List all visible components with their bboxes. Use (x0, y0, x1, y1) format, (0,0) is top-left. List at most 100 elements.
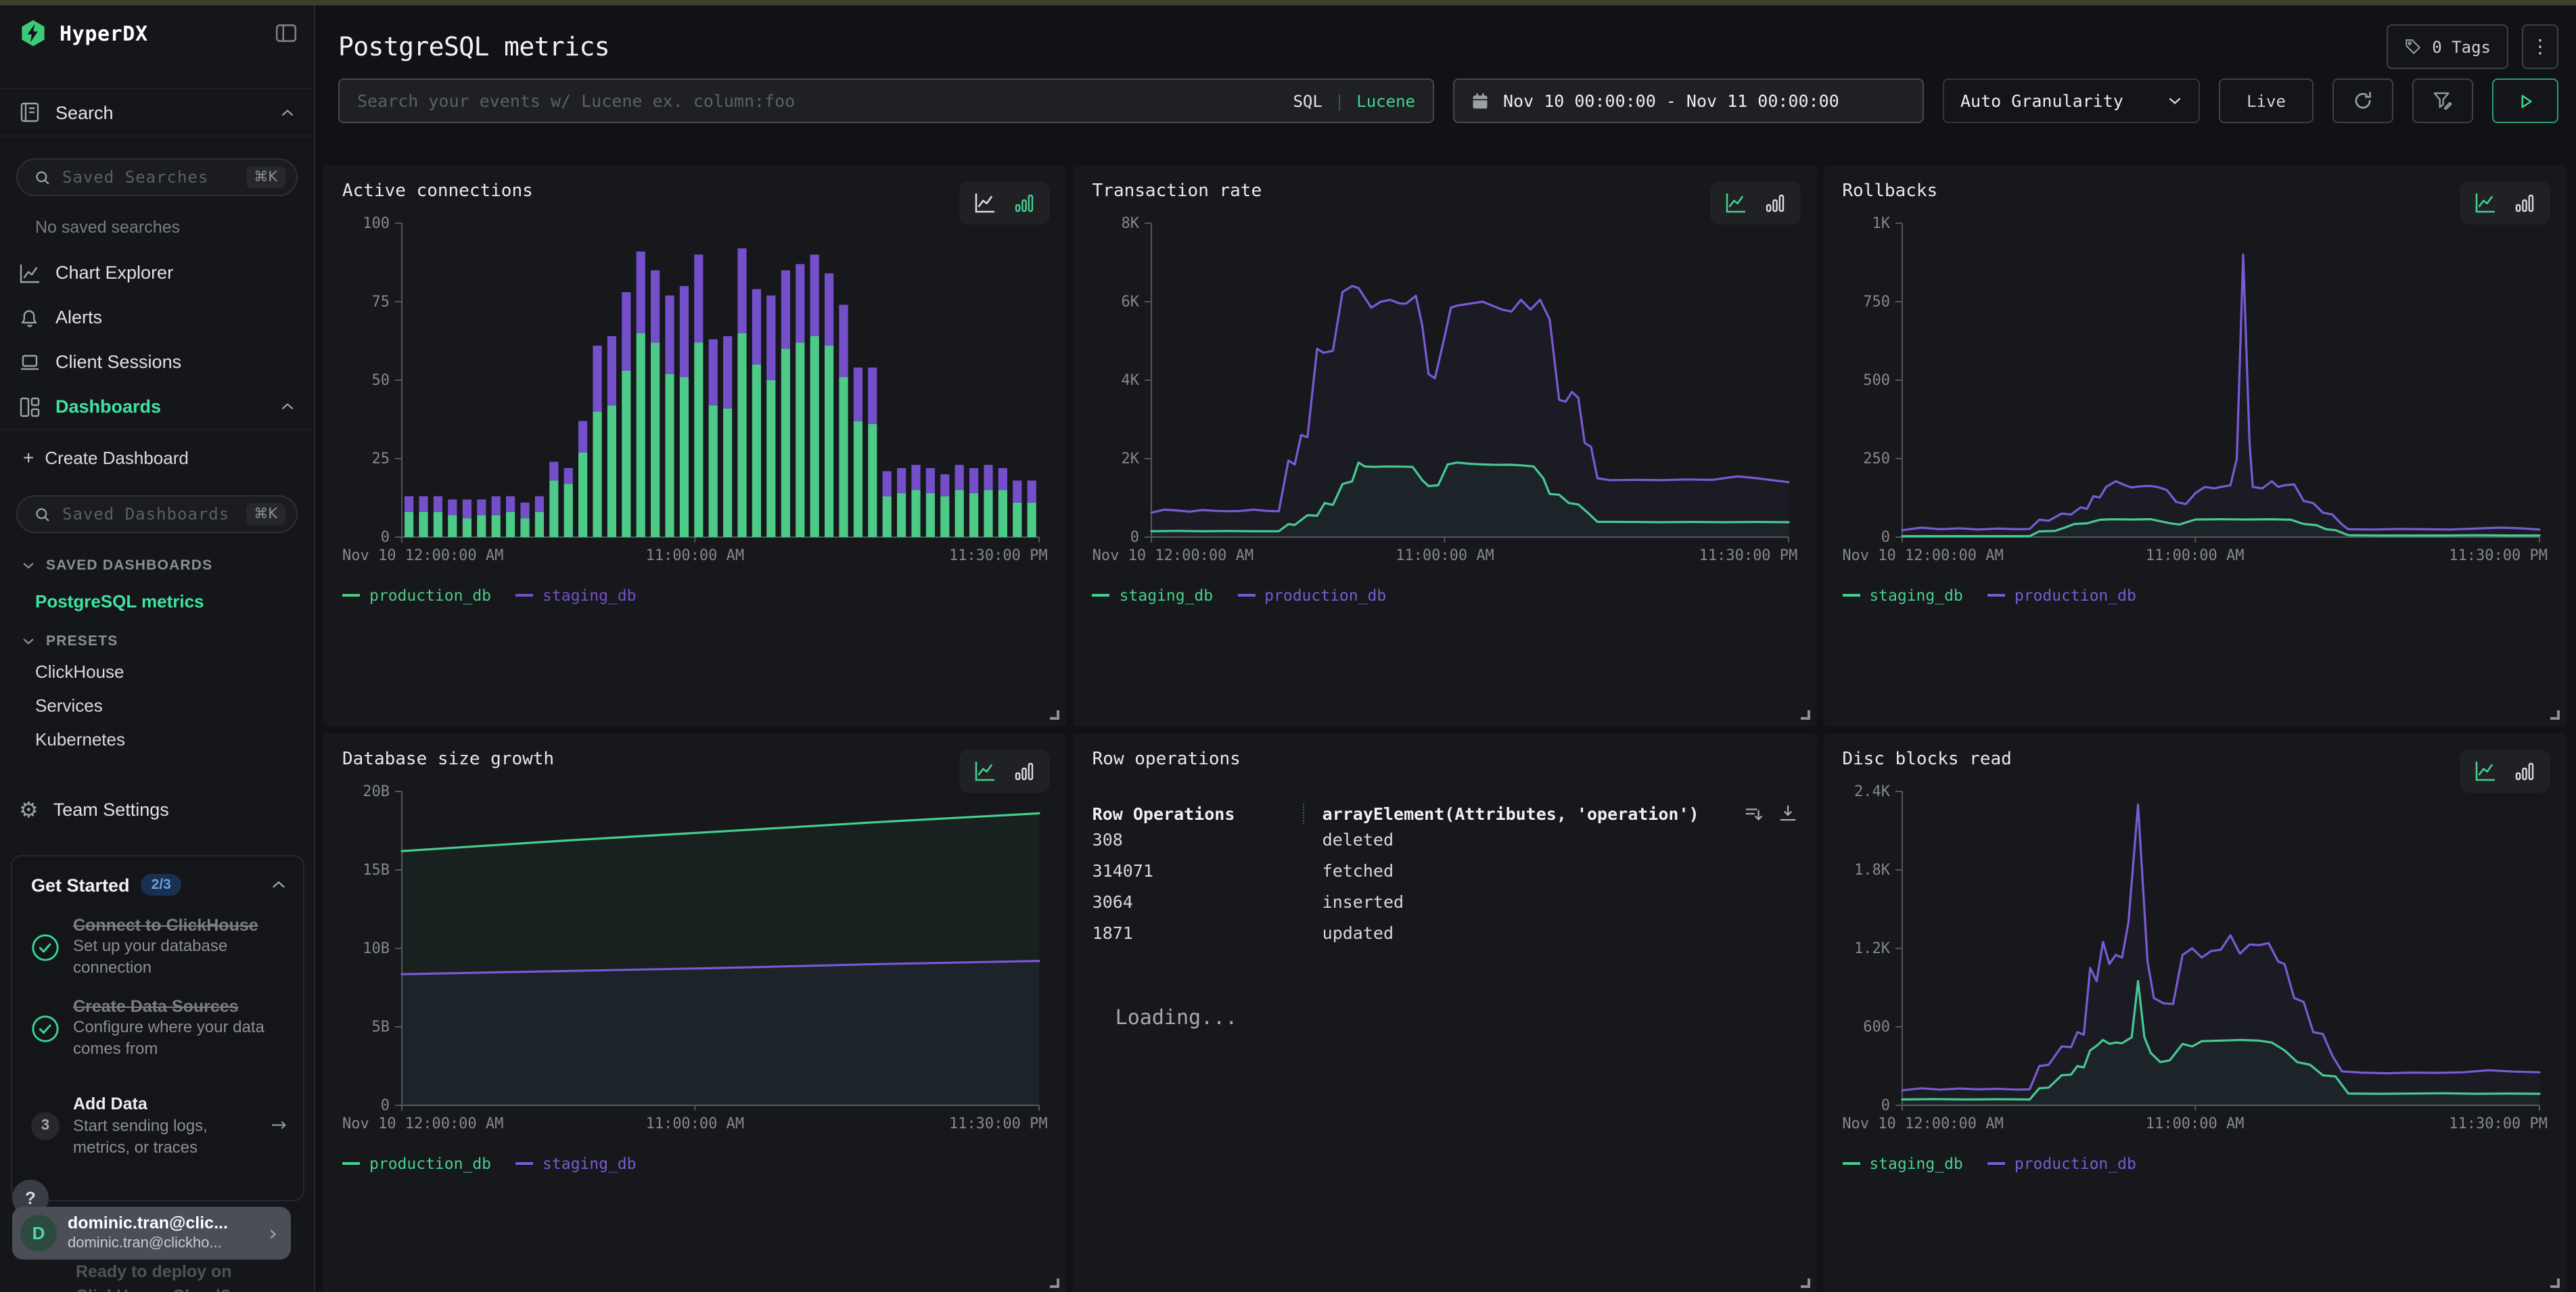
legend-item[interactable]: production_db (1237, 586, 1386, 605)
table-row[interactable]: 314071fetched (1092, 855, 1798, 886)
chevron-up-icon[interactable] (280, 105, 295, 120)
chevron-up-icon[interactable] (271, 877, 287, 893)
sidebar-item-services[interactable]: Services (35, 695, 314, 717)
table-row[interactable]: 3064inserted (1092, 886, 1798, 917)
presets-section-header[interactable]: PRESETS (22, 633, 314, 649)
panel-resize-handle[interactable] (1800, 1278, 1810, 1288)
filter-button[interactable] (2412, 78, 2473, 123)
legend-item[interactable]: staging_db (515, 1154, 637, 1173)
table-row[interactable]: 1871updated (1092, 917, 1798, 948)
panel-resize-handle[interactable] (1800, 710, 1810, 720)
sidebar-item-postgresql-metrics[interactable]: PostgreSQL metrics (35, 591, 314, 612)
sidebar-item-team-settings[interactable]: ⚙ Team Settings (0, 797, 314, 823)
sidebar-item-client-sessions[interactable]: Client Sessions (0, 340, 314, 384)
lucene-mode-toggle[interactable]: Lucene (1356, 91, 1415, 110)
sidebar-item-search[interactable]: Search (0, 88, 314, 137)
legend-item[interactable]: production_db (342, 586, 491, 605)
svg-text:20B: 20B (363, 783, 390, 800)
svg-text:6K: 6K (1122, 294, 1140, 310)
date-range-value: Nov 10 00:00:00 - Nov 11 00:00:00 (1503, 91, 1839, 111)
svg-text:50: 50 (372, 372, 390, 389)
x-axis-label: Nov 10 12:00:00 AM (1842, 1115, 2003, 1132)
legend-swatch (1987, 594, 2005, 597)
create-dashboard-button[interactable]: + Create Dashboard (0, 430, 314, 484)
svg-text:0: 0 (1130, 529, 1139, 543)
divider: | (1335, 91, 1344, 110)
chart-legend: staging_db production_db (1842, 586, 2548, 605)
chart-canvas[interactable]: 02505007501K (1842, 210, 2547, 543)
sidebar: HyperDX Search Saved Searches ⌘K No save… (0, 0, 315, 1292)
search-placeholder: Search your events w/ Lucene ex. column:… (357, 91, 795, 111)
x-axis-labels: Nov 10 12:00:00 AM11:00:00 AM11:30:00 PM (1842, 544, 2548, 568)
run-query-button[interactable] (2492, 78, 2558, 123)
panel-resize-handle[interactable] (1051, 710, 1060, 720)
tags-button[interactable]: 0 Tags (2386, 24, 2508, 69)
chart-canvas[interactable]: 06001.2K1.8K2.4K (1842, 778, 2547, 1111)
more-menu-button[interactable]: ⋮ (2522, 24, 2558, 69)
sort-icon[interactable] (1743, 803, 1764, 823)
granularity-select[interactable]: Auto Granularity (1943, 78, 2200, 123)
dashboard-grid: Active connections 0255075100 Nov 10 12:00… (323, 165, 2567, 1292)
no-saved-searches-text: No saved searches (35, 218, 314, 237)
svg-text:10B: 10B (363, 940, 390, 957)
panel-resize-handle[interactable] (2550, 1278, 2560, 1288)
chart-canvas[interactable]: 02K4K6K8K (1092, 210, 1797, 543)
panel-title: Active connections (342, 165, 1048, 202)
user-account-chip[interactable]: D dominic.tran@clic... dominic.tran@clic… (12, 1207, 291, 1260)
legend-swatch (1842, 594, 1860, 597)
dashboards-icon (19, 396, 41, 417)
legend-label: staging_db (1869, 586, 1963, 605)
legend-item[interactable]: production_db (1987, 586, 2136, 605)
sql-mode-toggle[interactable]: SQL (1293, 91, 1322, 110)
table-row[interactable]: 308deleted (1092, 824, 1798, 855)
get-started-step-connect[interactable]: Connect to ClickHouse Set up your databa… (12, 915, 303, 979)
play-icon (2516, 91, 2535, 110)
x-axis-label: 11:30:00 PM (949, 547, 1048, 564)
column-divider[interactable] (1304, 803, 1305, 823)
sidebar-item-dashboards[interactable]: Dashboards (0, 384, 314, 429)
column-header[interactable]: arrayElement(Attributes, 'operation') (1322, 803, 1744, 823)
step-description: Start sending logs, metrics, or traces (73, 1115, 246, 1159)
collapse-sidebar-icon[interactable] (275, 22, 298, 45)
legend-label: staging_db (543, 586, 637, 605)
svg-text:100: 100 (363, 215, 390, 232)
column-header[interactable]: Row Operations (1092, 803, 1304, 823)
svg-text:1K: 1K (1872, 215, 1890, 232)
sidebar-item-kubernetes[interactable]: Kubernetes (35, 729, 314, 751)
sidebar-item-chart-explorer[interactable]: Chart Explorer (0, 250, 314, 295)
bell-icon (19, 306, 41, 328)
get-started-step-add-data[interactable]: 3 Add Data Start sending logs, metrics, … (12, 1094, 303, 1159)
legend-item[interactable]: staging_db (1842, 1154, 1963, 1173)
chart-area: 06001.2K1.8K2.4K (1842, 778, 2548, 1111)
legend-item[interactable]: staging_db (515, 586, 637, 605)
get-started-step-sources[interactable]: Create Data Sources Configure where your… (12, 996, 303, 1061)
sidebar-item-alerts[interactable]: Alerts (0, 295, 314, 340)
date-range-input[interactable]: Nov 10 00:00:00 - Nov 11 00:00:00 (1453, 78, 1924, 123)
panel-title: Rollbacks (1842, 165, 2548, 202)
legend-item[interactable]: staging_db (1842, 586, 1963, 605)
legend-item[interactable]: production_db (342, 1154, 491, 1173)
x-axis-label: 11:30:00 PM (1699, 547, 1798, 564)
legend-item[interactable]: production_db (1987, 1154, 2136, 1173)
chart-canvas[interactable]: 05B10B15B20B (342, 778, 1047, 1111)
legend-item[interactable]: staging_db (1092, 586, 1214, 605)
chart-canvas[interactable]: 0255075100 (342, 210, 1047, 543)
saved-searches-input[interactable]: Saved Searches ⌘K (16, 158, 298, 196)
live-button[interactable]: Live (2219, 78, 2314, 123)
saved-dashboards-input[interactable]: Saved Dashboards ⌘K (16, 495, 298, 533)
x-axis-label: 11:00:00 AM (2146, 1115, 2245, 1132)
saved-dashboards-section-header[interactable]: SAVED DASHBOARDS (22, 557, 314, 574)
sidebar-item-clickhouse[interactable]: ClickHouse (35, 662, 314, 683)
chart-explorer-icon (19, 262, 41, 283)
download-icon[interactable] (1777, 803, 1797, 823)
search-icon (34, 168, 51, 186)
x-axis-labels: Nov 10 12:00:00 AM11:00:00 AM11:30:00 PM (342, 1112, 1048, 1136)
panel-resize-handle[interactable] (2550, 710, 2560, 720)
event-search-input[interactable]: Search your events w/ Lucene ex. column:… (338, 78, 1434, 123)
chevron-up-icon[interactable] (280, 399, 295, 414)
panel-resize-handle[interactable] (1051, 1278, 1060, 1288)
refresh-button[interactable] (2332, 78, 2393, 123)
cell-count: 314071 (1092, 860, 1322, 881)
svg-text:750: 750 (1863, 294, 1890, 310)
x-axis-label: 11:00:00 AM (2146, 547, 2245, 564)
